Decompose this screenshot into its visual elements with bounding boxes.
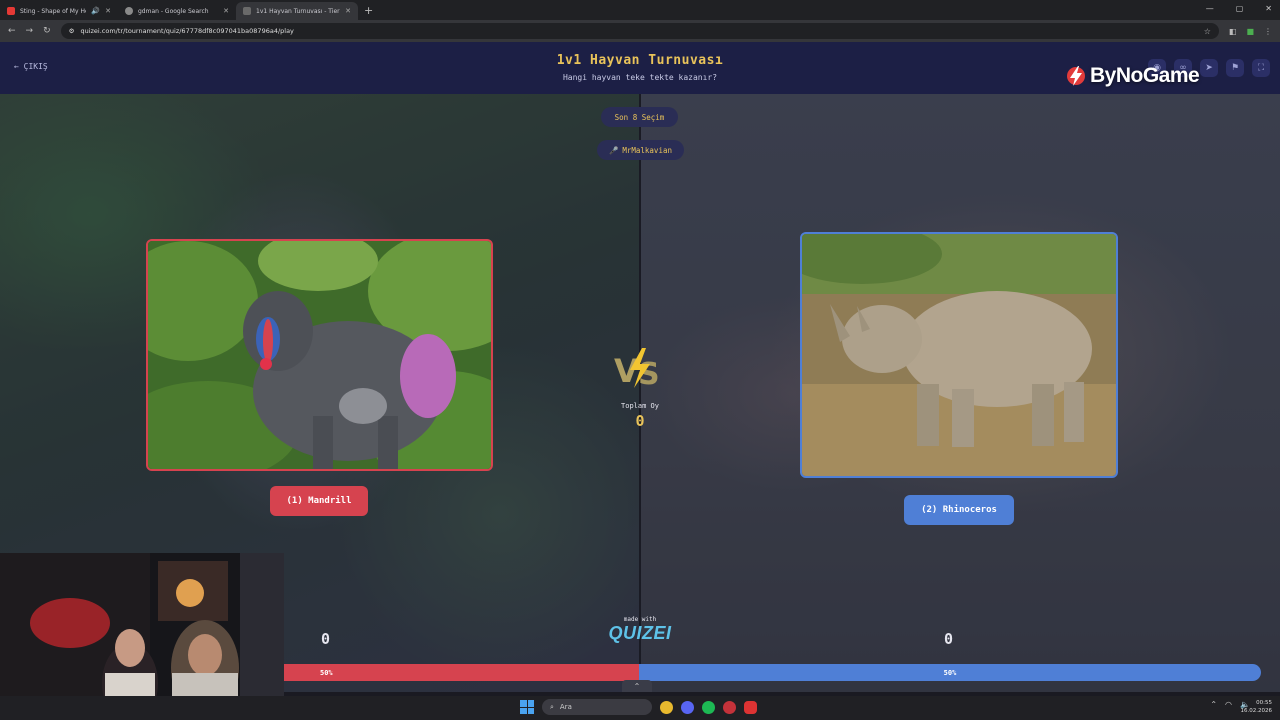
chevron-up-icon[interactable]: ⌃ bbox=[622, 680, 652, 692]
clock-date: 16.02.2026 bbox=[1240, 708, 1273, 714]
tab-title: gdman - Google Search bbox=[138, 7, 209, 15]
flag-icon[interactable]: ⚑ bbox=[1226, 59, 1244, 77]
round-badge: Son 8 Seçim bbox=[601, 107, 678, 127]
fullscreen-icon[interactable]: ⛶ bbox=[1252, 59, 1270, 77]
taskbar-apps: ⌕ Ara bbox=[520, 699, 757, 715]
new-tab-button[interactable]: + bbox=[358, 4, 379, 20]
profile-icon[interactable]: ■ bbox=[1246, 27, 1254, 36]
search-icon: ⌕ bbox=[550, 702, 554, 711]
discord-icon[interactable] bbox=[681, 700, 694, 714]
total-votes-label: Toplam Oy bbox=[621, 402, 659, 410]
send-icon[interactable]: ➤ bbox=[1200, 59, 1218, 77]
browser-tab-search[interactable]: gdman - Google Search ✕ bbox=[118, 2, 236, 20]
browser-tab-music[interactable]: Sting - Shape of My Heart 🔊 ✕ bbox=[0, 2, 118, 20]
percent-left: 50% bbox=[320, 668, 333, 677]
reload-icon[interactable]: ↻ bbox=[43, 26, 51, 36]
menu-icon[interactable]: ⋮ bbox=[1264, 27, 1272, 36]
tab-title: Sting - Shape of My Heart bbox=[20, 7, 86, 15]
option-card-left[interactable] bbox=[146, 239, 493, 471]
minimize-icon[interactable]: — bbox=[1206, 4, 1214, 13]
browser-toolbar: ← → ↻ ⚙ quizei.com/tr/tournament/quiz/67… bbox=[0, 20, 1280, 42]
mandrill-image bbox=[148, 241, 491, 469]
bynogame-watermark: ByNoGame bbox=[1066, 64, 1200, 88]
option-label-right: (2) Rhinoceros bbox=[921, 505, 997, 515]
taskbar-search[interactable]: ⌕ Ara bbox=[542, 699, 652, 715]
maximize-icon[interactable]: ▢ bbox=[1236, 4, 1244, 13]
window-controls: — ▢ ✕ bbox=[1206, 4, 1272, 13]
close-tab-icon[interactable]: ✕ bbox=[223, 7, 229, 15]
option-card-right[interactable] bbox=[800, 232, 1118, 478]
search-placeholder: Ara bbox=[559, 703, 572, 711]
rhinoceros-image bbox=[802, 234, 1116, 476]
wifi-icon[interactable]: ◠ bbox=[1225, 700, 1232, 709]
chrome-icon[interactable] bbox=[660, 700, 673, 714]
youtube-icon bbox=[7, 7, 15, 15]
score-right: 0 bbox=[944, 630, 954, 648]
user-badge: 🎤 MrMalkavian bbox=[597, 140, 684, 160]
watermark-text: ByNoGame bbox=[1090, 64, 1200, 87]
vote-bar-left: 50% bbox=[284, 664, 639, 681]
total-votes-value: 0 bbox=[635, 412, 645, 430]
quizei-favicon-icon bbox=[243, 7, 251, 15]
quizei-logo: QUIZEI bbox=[608, 623, 672, 643]
option-label-left: (1) Mandrill bbox=[286, 496, 352, 506]
webcam-video bbox=[0, 553, 284, 715]
obs-icon[interactable] bbox=[723, 700, 736, 714]
close-tab-icon[interactable]: ✕ bbox=[345, 7, 351, 15]
score-left: 0 bbox=[321, 630, 331, 648]
extension-icon[interactable]: ◧ bbox=[1229, 27, 1237, 36]
user-icon: 🎤 bbox=[608, 145, 619, 155]
app-icon[interactable] bbox=[744, 700, 757, 714]
forward-icon[interactable]: → bbox=[26, 26, 34, 36]
vs-lightning-icon: V S bbox=[614, 348, 660, 390]
made-with-quizei[interactable]: made with QUIZEI bbox=[598, 616, 682, 644]
browser-tab-bar: Sting - Shape of My Heart 🔊 ✕ gdman - Go… bbox=[0, 0, 1280, 20]
percent-right: 50% bbox=[943, 668, 957, 677]
close-window-icon[interactable]: ✕ bbox=[1265, 4, 1272, 13]
site-info-icon[interactable]: ⚙ bbox=[69, 27, 75, 35]
close-tab-icon[interactable]: ✕ bbox=[105, 7, 111, 15]
round-label: Son 8 Seçim bbox=[614, 112, 665, 122]
center-divider bbox=[639, 94, 641, 692]
os-taskbar: ⌕ Ara ⌃ ◠ 🔈 00:55 16.02.2026 bbox=[0, 696, 1280, 720]
vote-button-left[interactable]: (1) Mandrill bbox=[270, 486, 368, 516]
chevron-up-icon[interactable]: ⌃ bbox=[1210, 700, 1217, 709]
browser-tab-quiz[interactable]: 1v1 Hayvan Turnuvası - Tier Li ✕ bbox=[236, 2, 358, 20]
vote-bar-right: 50% bbox=[639, 664, 1261, 681]
windows-start-icon[interactable] bbox=[520, 700, 534, 714]
url-text: quizei.com/tr/tournament/quiz/67778df8c0… bbox=[80, 27, 294, 35]
clock-time: 00:55 bbox=[1256, 700, 1272, 706]
vote-button-right[interactable]: (2) Rhinoceros bbox=[904, 495, 1014, 525]
back-icon[interactable]: ← bbox=[8, 26, 16, 36]
spotify-icon[interactable] bbox=[702, 700, 715, 714]
bookmark-star-icon[interactable]: ☆ bbox=[1204, 27, 1211, 36]
google-icon bbox=[125, 7, 133, 15]
speaker-icon[interactable]: 🔊 bbox=[91, 7, 100, 15]
user-name: MrMalkavian bbox=[622, 145, 672, 155]
system-clock[interactable]: 00:55 16.02.2026 bbox=[1241, 699, 1273, 715]
address-bar[interactable]: ⚙ quizei.com/tr/tournament/quiz/67778df8… bbox=[60, 23, 1219, 39]
webcam-overlay bbox=[0, 553, 284, 715]
bynogame-logo-icon bbox=[1067, 66, 1085, 86]
tab-title: 1v1 Hayvan Turnuvası - Tier Li bbox=[256, 7, 341, 15]
made-with-label: made with bbox=[623, 616, 657, 623]
